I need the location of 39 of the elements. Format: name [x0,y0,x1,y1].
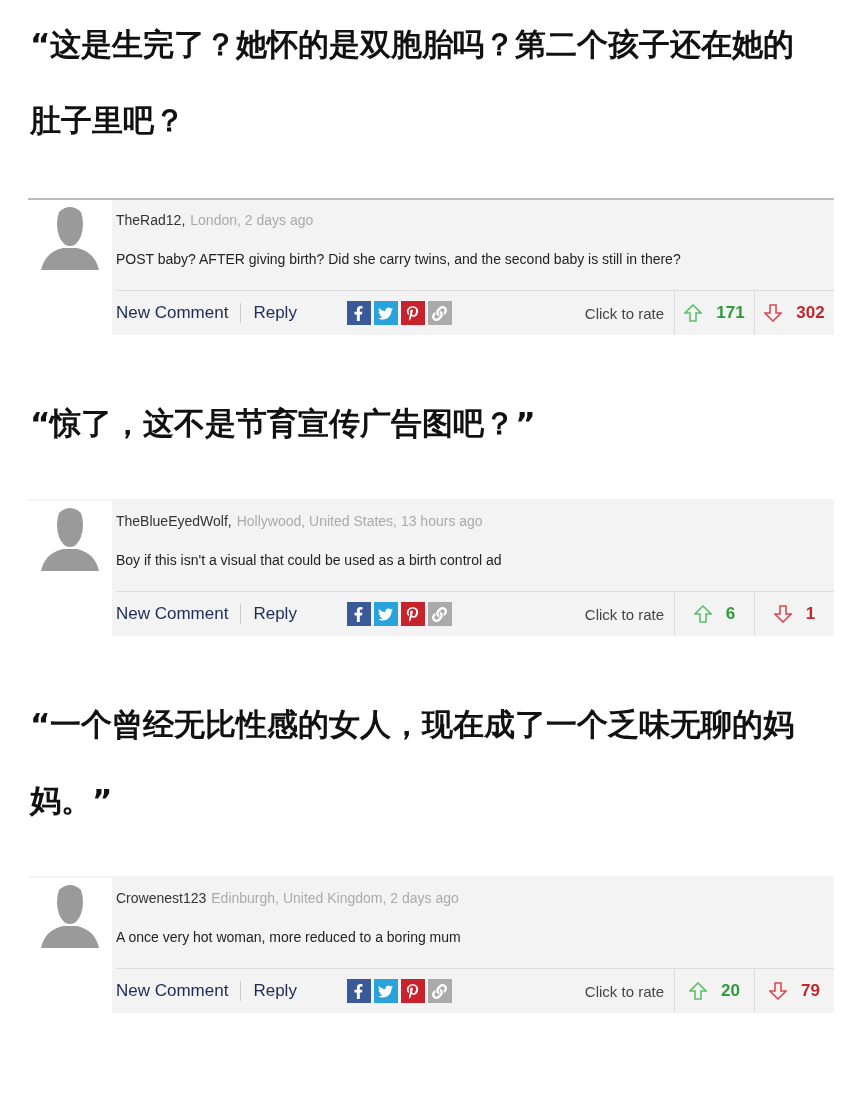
facebook-icon[interactable] [346,301,371,325]
twitter-icon[interactable] [373,602,398,626]
down-arrow-icon [769,982,788,1000]
quote-text: “一个曾经无比性感的女人，现在成了一个乏味无聊的妈妈。” [28,705,796,820]
downvote-button[interactable]: 302 [754,291,834,335]
rate-label: Click to rate [584,605,665,623]
comment-author: TheBlueEyedWolf, [116,513,232,529]
downvote-button[interactable]: 1 [754,592,834,636]
rate-label: Click to rate [584,982,665,1000]
new-comment-link[interactable]: New Comment [116,981,241,1001]
rate-label: Click to rate [584,304,665,322]
twitter-icon[interactable] [373,979,398,1003]
comment-meta: Hollywood, United States, 13 hours ago [236,513,483,529]
comment-body: Boy if this isn't a visual that could be used as a birth control ad [116,551,503,569]
twitter-icon[interactable] [373,301,398,325]
new-comment-link[interactable]: New Comment [116,604,241,624]
facebook-icon[interactable] [346,602,371,626]
reply-link[interactable]: Reply [240,981,309,1001]
reply-link[interactable]: Reply [240,604,309,624]
up-arrow-icon [684,304,703,322]
up-arrow-icon [693,605,712,623]
pinterest-icon[interactable] [400,301,425,325]
comment-body: A once very hot woman, more reduced to a boring mum [116,928,462,946]
pinterest-icon[interactable] [400,979,425,1003]
quote-text: “惊了，这不是节育宣传广告图吧？” [29,404,537,443]
down-arrow-icon [764,304,783,322]
down-arrow-icon [773,605,792,623]
facebook-icon[interactable] [346,979,371,1003]
comment-author: TheRad12, [116,212,186,228]
quote-text: “这是生完了？她怀的是双胞胎吗？第二个孩子还在她的肚子里吧？ [28,25,796,140]
up-arrow-icon [689,982,708,1000]
new-comment-link[interactable]: New Comment [116,303,241,323]
comment-meta: London, 2 days ago [190,212,314,228]
comment-author: Crowenest123 [116,890,207,906]
downvote-button[interactable]: 79 [754,969,834,1013]
reply-link[interactable]: Reply [240,303,309,323]
comment-meta: Edinburgh, United Kingdom, 2 days ago [211,890,459,906]
comment-body: POST baby? AFTER giving birth? Did she carry twins, and the second baby is still in there? [116,250,682,268]
pinterest-icon[interactable] [400,602,425,626]
